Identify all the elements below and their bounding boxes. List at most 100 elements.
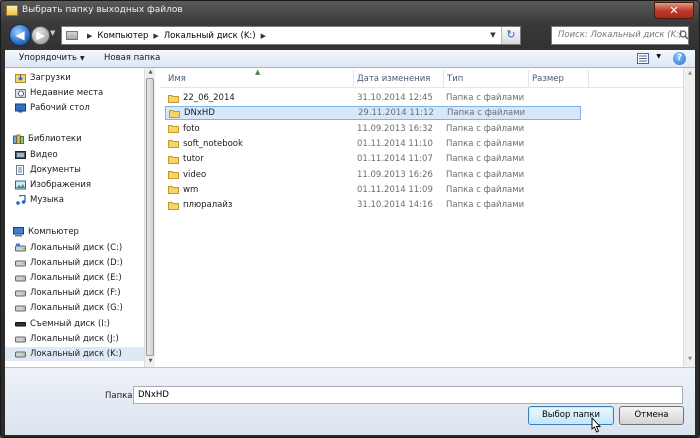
nav-item-label: Недавние места <box>30 88 104 98</box>
nav-item-drive-i[interactable]: Съемный диск (I:) <box>15 317 154 331</box>
removable-drive-icon <box>15 322 26 327</box>
breadcrumb-computer[interactable]: Компьютер <box>97 31 148 41</box>
back-button[interactable]: ◀ <box>9 24 31 46</box>
breadcrumb-drive-k[interactable]: Локальный диск (K:) <box>164 31 256 41</box>
column-header-type[interactable]: Тип <box>447 74 463 84</box>
nav-item-label: Локальный диск (G:) <box>30 303 123 313</box>
view-options-icon[interactable] <box>637 53 649 64</box>
nav-group-label: Библиотеки <box>28 134 82 144</box>
column-divider[interactable] <box>528 70 529 88</box>
nav-item-recent-places[interactable]: Недавние места <box>15 86 154 100</box>
file-row[interactable]: tutor 01.11.2014 11:07 Папка с файлами <box>165 152 581 166</box>
file-name-cell: tutor <box>168 154 204 164</box>
nav-item-drive-d[interactable]: Локальный диск (D:) <box>15 256 154 270</box>
cancel-button[interactable]: Отмена <box>619 406 684 425</box>
nav-group-libraries[interactable]: Библиотеки <box>5 132 144 146</box>
file-name: DNxHD <box>184 108 215 119</box>
browser-area: Загрузки Недавние места Рабочий стол Биб… <box>5 68 695 367</box>
nav-item-label: Локальный диск (F:) <box>30 288 121 298</box>
view-dropdown-icon[interactable]: ▼ <box>656 53 661 60</box>
list-scrollbar[interactable]: ▲ ▼ <box>683 68 695 367</box>
libraries-icon <box>13 134 24 144</box>
scroll-thumb[interactable] <box>146 78 154 356</box>
nav-item-drive-f[interactable]: Локальный диск (F:) <box>15 286 154 300</box>
folder-icon <box>168 125 179 134</box>
file-name-cell: 22_06_2014 <box>168 93 235 103</box>
scroll-up-icon[interactable]: ▲ <box>686 70 694 76</box>
hard-drive-icon <box>15 260 26 267</box>
file-name: video <box>183 169 207 180</box>
nav-item-label: Локальный диск (J:) <box>30 334 119 344</box>
scroll-down-icon[interactable]: ▼ <box>686 356 694 362</box>
address-dropdown-icon[interactable]: ▼ <box>487 27 499 44</box>
folder-icon <box>169 109 180 118</box>
chevron-down-icon: ▼ <box>80 55 85 62</box>
file-row[interactable]: soft_notebook 01.11.2014 11:10 Папка с фай… <box>165 137 581 151</box>
file-name-cell: DNxHD <box>169 108 215 118</box>
breadcrumb-chevron-icon[interactable]: ▶ <box>87 32 92 40</box>
column-headers: ▲ Имя Дата изменения Тип Размер <box>159 68 683 88</box>
file-date: 11.09.2013 16:26 <box>357 169 433 180</box>
file-row[interactable]: 22_06_2014 31.10.2014 12:45 Папка с файлам… <box>165 91 581 105</box>
nav-scrollbar[interactable]: ▲ ▼ <box>144 68 155 367</box>
nav-item-video[interactable]: Видео <box>15 148 154 162</box>
column-header-name[interactable]: Имя <box>168 74 186 84</box>
file-row[interactable]: DNxHD 29.11.2014 11:12 Папка с файлами <box>165 106 581 121</box>
nav-item-music[interactable]: Музыка <box>15 193 154 207</box>
arrow-left-icon: ◀ <box>15 28 25 42</box>
breadcrumb-chevron-icon[interactable]: ▶ <box>261 32 266 40</box>
nav-item-label: Локальный диск (E:) <box>30 273 122 283</box>
title-bar[interactable]: Выбрать папку выходных файлов ✕ <box>1 1 699 21</box>
window-title: Выбрать папку выходных файлов <box>22 5 183 15</box>
column-divider[interactable] <box>443 70 444 88</box>
nav-item-documents[interactable]: Документы <box>15 163 154 177</box>
nav-item-drive-j[interactable]: Локальный диск (J:) <box>15 332 154 346</box>
organize-button[interactable]: Упорядочить ▼ <box>19 53 85 63</box>
new-folder-button[interactable]: Новая папка <box>104 53 160 63</box>
file-row[interactable]: foto 11.09.2013 16:32 Папка с файлами <box>165 122 581 136</box>
file-row[interactable]: video 11.09.2013 16:26 Папка с файлами <box>165 168 581 182</box>
nav-item-label: Рабочий стол <box>30 103 90 113</box>
address-bar[interactable]: ▶ Компьютер ▶ Локальный диск (K:) ▶ ▼ ↻ <box>61 26 521 45</box>
nav-item-drive-e[interactable]: Локальный диск (E:) <box>15 271 154 285</box>
search-icon[interactable] <box>679 30 689 40</box>
file-name: tutor <box>183 154 204 165</box>
navigation-bar: ◀ ▶ ▼ ▶ Компьютер ▶ Локальный диск (K:) … <box>5 23 695 47</box>
computer-icon <box>13 227 24 237</box>
file-row[interactable]: плюралайз 31.10.2014 14:16 Папка с файлами <box>165 198 581 212</box>
sort-indicator-icon: ▲ <box>255 68 261 76</box>
close-button[interactable]: ✕ <box>654 2 694 19</box>
search-input[interactable]: Поиск: Локальный диск (K:) <box>551 26 689 45</box>
scroll-down-icon[interactable]: ▼ <box>147 358 154 364</box>
folder-name-input[interactable]: DNxHD <box>133 386 683 404</box>
forward-button[interactable]: ▶ <box>31 26 50 45</box>
nav-item-drive-c[interactable]: Локальный диск (C:) <box>15 241 154 255</box>
file-date: 31.10.2014 12:45 <box>357 93 433 103</box>
refresh-icon: ↻ <box>506 28 516 41</box>
breadcrumb-chevron-icon[interactable]: ▶ <box>153 32 158 40</box>
folder-field-label: Папка: <box>105 391 136 401</box>
file-type: Папка с файлами <box>446 200 525 211</box>
refresh-button[interactable]: ↻ <box>501 27 520 44</box>
nav-item-label: Локальный диск (K:) <box>30 349 122 359</box>
column-header-date[interactable]: Дата изменения <box>357 74 430 84</box>
column-divider[interactable] <box>588 70 589 88</box>
file-row[interactable]: wm 01.11.2014 11:09 Папка с файлами <box>165 183 581 197</box>
nav-item-label: Документы <box>30 165 81 175</box>
nav-item-downloads[interactable]: Загрузки <box>15 71 154 85</box>
column-header-size[interactable]: Размер <box>532 74 564 84</box>
computer-folder-icon <box>66 31 78 40</box>
column-divider[interactable] <box>353 70 354 88</box>
history-dropdown-icon[interactable]: ▼ <box>50 29 58 41</box>
nav-item-drive-g[interactable]: Локальный диск (G:) <box>15 301 154 315</box>
file-type: Папка с файлами <box>446 93 525 103</box>
nav-item-desktop[interactable]: Рабочий стол <box>15 101 154 115</box>
nav-group-computer[interactable]: Компьютер <box>5 225 144 239</box>
navigation-pane: Загрузки Недавние места Рабочий стол Биб… <box>5 68 155 367</box>
file-date: 01.11.2014 11:09 <box>357 184 433 195</box>
downloads-folder-icon <box>15 74 26 83</box>
nav-item-drive-k[interactable]: Локальный диск (K:) <box>5 347 144 361</box>
nav-item-pictures[interactable]: Изображения <box>15 178 154 192</box>
scroll-up-icon[interactable]: ▲ <box>147 69 154 75</box>
help-icon[interactable]: ? <box>673 52 686 65</box>
